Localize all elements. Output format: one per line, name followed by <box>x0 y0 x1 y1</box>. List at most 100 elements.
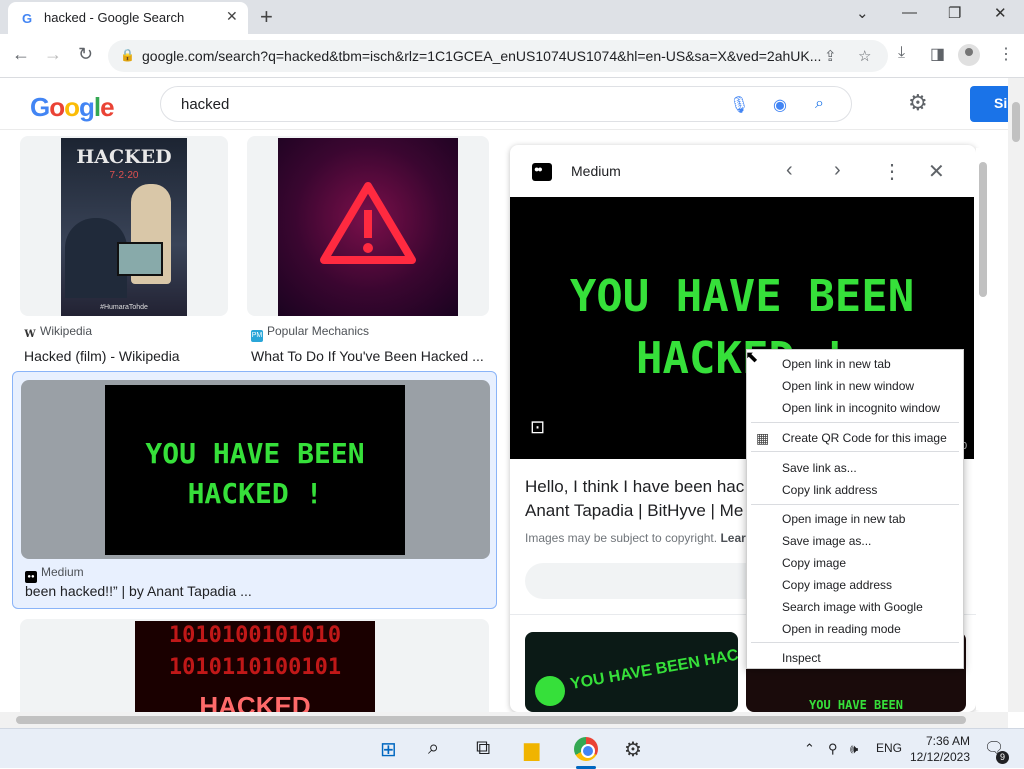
share-icon[interactable]: ⇪ <box>824 47 837 65</box>
download-icon[interactable]: ⤓ <box>898 44 905 62</box>
menu-open-image-new-tab[interactable]: Open image in new tab <box>782 512 905 526</box>
settings-gear-icon[interactable]: ⚙ <box>908 90 928 116</box>
result-card-medium-selected[interactable]: YOU HAVE BEEN HACKED ! ●● Medium been hac… <box>12 371 497 609</box>
poster-date: 7·2·20 <box>109 170 139 181</box>
medium-logo-icon <box>532 163 552 181</box>
next-chevron-icon[interactable]: › <box>834 159 841 182</box>
result-source-name: Wikipedia <box>40 324 93 338</box>
url-text[interactable]: google.com/search?q=hacked&tbm=isch&rlz=… <box>142 48 822 64</box>
page-horizontal-scrollbar[interactable] <box>0 712 1008 728</box>
binary-hacked-word: HACKED <box>199 691 311 712</box>
menu-separator <box>751 422 959 423</box>
new-tab-button[interactable]: + <box>260 4 273 30</box>
result-source-name: Medium <box>41 565 84 579</box>
restore-button[interactable]: ❐ <box>948 4 961 22</box>
menu-copy-link-address[interactable]: Copy link address <box>782 483 877 497</box>
search-icon[interactable]: ⌕ <box>428 737 439 760</box>
menu-create-qr-code[interactable]: Create QR Code for this image <box>782 431 947 445</box>
result-card-popular-mechanics[interactable]: PM Popular Mechanics What To Do If You've… <box>247 136 489 364</box>
volume-icon[interactable]: 🕪 <box>850 741 858 757</box>
language-indicator[interactable]: ENG <box>876 741 902 755</box>
previous-chevron-icon[interactable]: ‹ <box>786 159 793 182</box>
search-box[interactable]: hacked 🎙 ◉ ⌕ <box>160 86 852 122</box>
google-lens-icon[interactable]: ◉ <box>773 95 787 115</box>
minimize-button[interactable]: — <box>902 4 917 21</box>
hacked-film-poster-image[interactable]: HACKED 7·2·20 #HumaraTohde <box>61 138 187 316</box>
more-options-icon[interactable]: ⋮ <box>882 159 902 184</box>
google-header: Google hacked 🎙 ◉ ⌕ ⚙ Si <box>0 78 1010 130</box>
start-windows-icon[interactable]: ⊞ <box>380 737 397 762</box>
tab-strip: G hacked - Google Search ✕ + ⌄ — ❐ ✕ <box>0 0 1024 34</box>
settings-gear-icon[interactable]: ⚙ <box>624 737 642 762</box>
qr-code-icon: ▦ <box>756 430 770 446</box>
close-preview-icon[interactable]: ✕ <box>928 159 945 184</box>
tab-google-search[interactable]: G hacked - Google Search ✕ <box>8 2 248 34</box>
wikipedia-icon: W <box>24 329 36 340</box>
binary-hacked-image[interactable]: 1010100101010 1010110100101 HACKED <box>135 621 375 712</box>
vertical-scrollbar-thumb[interactable] <box>1012 102 1020 142</box>
menu-open-reading-mode[interactable]: Open in reading mode <box>782 622 901 636</box>
search-input[interactable]: hacked <box>181 96 229 113</box>
context-menu: Open link in new tab Open link in new wi… <box>746 349 964 669</box>
result-caption[interactable]: What To Do If You've Been Hacked ... <box>251 348 484 364</box>
address-bar[interactable]: 🔒 google.com/search?q=hacked&tbm=isch&rl… <box>108 40 888 72</box>
windows-taskbar: ⊞ ⌕ ⧉ ▆ ⚙ ⌃ ⚲ 🕪 ENG 7:36 AM 12/12/2023 🗨… <box>0 728 1024 769</box>
preview-scrollbar-thumb[interactable] <box>979 162 987 297</box>
tab-close-icon[interactable]: ✕ <box>226 8 238 25</box>
menu-inspect[interactable]: Inspect <box>782 651 821 665</box>
menu-open-link-incognito[interactable]: Open link in incognito window <box>782 401 940 415</box>
menu-separator <box>751 642 959 643</box>
network-icon[interactable]: ⚲ <box>828 741 838 757</box>
lock-icon[interactable]: 🔒 <box>120 48 135 62</box>
menu-search-image-google[interactable]: Search image with Google <box>782 600 923 614</box>
file-explorer-icon[interactable]: ▆ <box>524 737 539 762</box>
profile-avatar[interactable] <box>958 44 980 66</box>
clock-date: 12/12/2023 <box>909 750 970 764</box>
result-card-wikipedia[interactable]: HACKED 7·2·20 #HumaraTohde W Wikipedia Ha… <box>20 136 228 364</box>
menu-copy-image[interactable]: Copy image <box>782 556 846 570</box>
menu-open-link-new-tab[interactable]: Open link in new tab <box>782 357 891 371</box>
menu-save-link-as[interactable]: Save link as... <box>782 461 857 475</box>
page-vertical-scrollbar[interactable] <box>1008 78 1024 712</box>
result-source-name: Popular Mechanics <box>267 324 370 338</box>
side-panel-icon[interactable]: ◨ <box>930 44 945 64</box>
reload-button[interactable]: ↻ <box>78 44 93 65</box>
result-caption[interactable]: been hacked!!” | by Anant Tapadia ... <box>25 583 252 599</box>
menu-copy-image-address[interactable]: Copy image address <box>782 578 892 592</box>
tray-chevron-up-icon[interactable]: ⌃ <box>804 741 815 757</box>
binary-line1: 1010100101010 <box>168 623 342 648</box>
you-have-been-hacked-image[interactable]: YOU HAVE BEEN HACKED ! <box>105 385 405 555</box>
image-text-line1: YOU HAVE BEEN <box>145 437 365 470</box>
preview-source[interactable]: Medium <box>571 163 621 179</box>
google-logo[interactable]: Google <box>30 92 115 123</box>
preview-scrollbar[interactable] <box>976 148 990 710</box>
preview-image-line1: YOU HAVE BEEN <box>569 271 915 322</box>
voice-search-mic-icon[interactable]: 🎙 <box>729 95 749 115</box>
tab-search-chevron-icon[interactable]: ⌄ <box>856 4 869 22</box>
google-favicon-icon: G <box>22 11 33 26</box>
poster-hashtag: #HumaraTohde <box>100 304 148 311</box>
task-view-icon[interactable]: ⧉ <box>476 737 490 760</box>
menu-save-image-as[interactable]: Save image as... <box>782 534 871 548</box>
bookmark-star-icon[interactable]: ☆ <box>858 47 871 65</box>
close-window-button[interactable]: ✕ <box>994 4 1007 22</box>
learn-more-link[interactable]: Lear <box>720 531 745 545</box>
chrome-icon[interactable] <box>574 737 598 761</box>
back-button[interactable]: ← <box>12 44 30 65</box>
menu-open-link-new-window[interactable]: Open link in new window <box>782 379 914 393</box>
sign-in-button[interactable]: Si <box>970 86 1010 122</box>
menu-kebab-icon[interactable]: ⋮ <box>998 44 1014 64</box>
search-icon[interactable]: ⌕ <box>815 95 824 113</box>
browser-toolbar: ← → ↻ 🔒 google.com/search?q=hacked&tbm=i… <box>0 34 1024 78</box>
result-source: ●● Medium <box>25 565 84 583</box>
warning-triangle-image[interactable] <box>278 138 458 316</box>
related-image-1[interactable]: YOU HAVE BEEN HACKED! <box>525 632 738 712</box>
forward-button[interactable]: → <box>44 44 62 65</box>
horizontal-scrollbar-thumb[interactable] <box>16 716 966 724</box>
lens-search-icon[interactable]: ⊡ <box>530 417 545 438</box>
result-card-binary-hacked[interactable]: 1010100101010 1010110100101 HACKED <box>20 619 489 712</box>
clock[interactable]: 7:36 AM 12/12/2023 <box>908 733 970 765</box>
binary-line2: 1010110100101 <box>168 655 342 680</box>
result-caption[interactable]: Hacked (film) - Wikipedia <box>24 348 180 364</box>
poster-title: HACKED <box>76 146 172 168</box>
